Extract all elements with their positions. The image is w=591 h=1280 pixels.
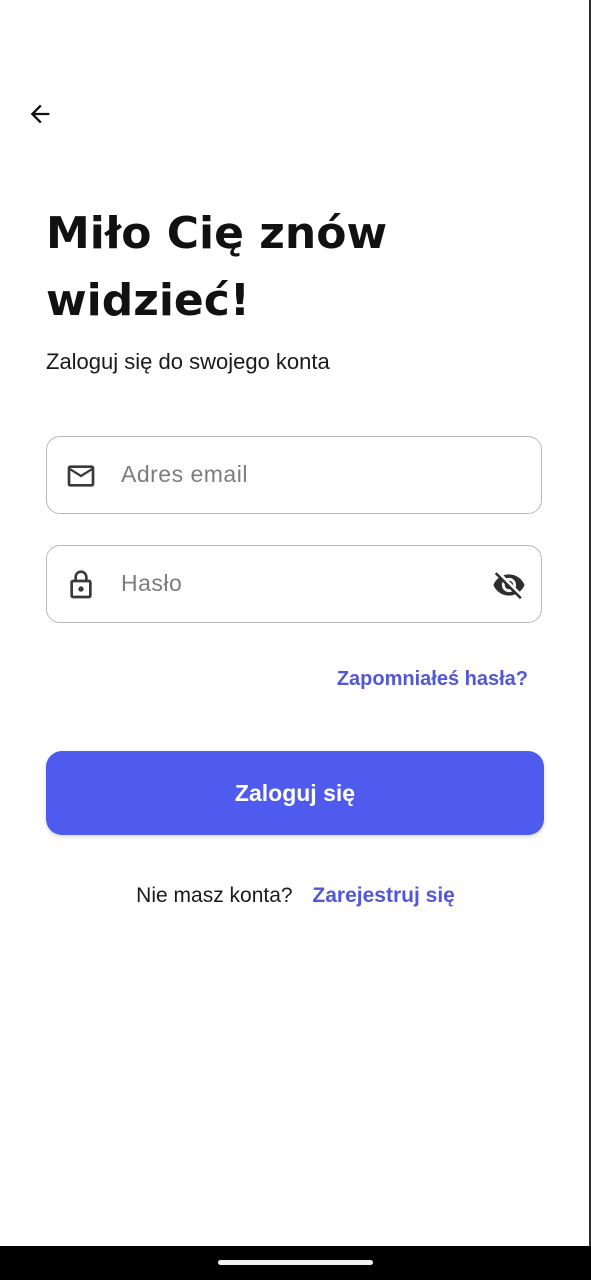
home-indicator[interactable] [218, 1260, 373, 1265]
arrow-left-icon [30, 104, 50, 124]
system-navigation-bar [0, 1246, 591, 1280]
password-input[interactable] [121, 546, 481, 621]
email-field[interactable] [46, 436, 542, 514]
back-button[interactable] [22, 96, 58, 132]
register-prompt: Nie masz konta? [136, 884, 293, 907]
page-subtitle: Zaloguj się do swojego konta [46, 349, 330, 374]
forgot-password-link[interactable]: Zapomniałeś hasła? [337, 668, 528, 691]
password-field[interactable] [46, 545, 542, 623]
lock-icon [65, 569, 97, 601]
page-title-line-1: Miło Cię znów [46, 208, 388, 259]
email-input[interactable] [121, 437, 481, 512]
page-title-line-2: widzieć! [46, 275, 250, 326]
login-button[interactable]: Zaloguj się [46, 751, 544, 835]
register-link[interactable]: Zarejestruj się [312, 884, 454, 907]
mail-icon [65, 460, 97, 492]
register-row: Nie masz konta? Zarejestruj się [0, 884, 591, 908]
page-title: Miło Cię znów widzieć! [46, 200, 526, 334]
eye-off-icon[interactable] [491, 567, 527, 603]
